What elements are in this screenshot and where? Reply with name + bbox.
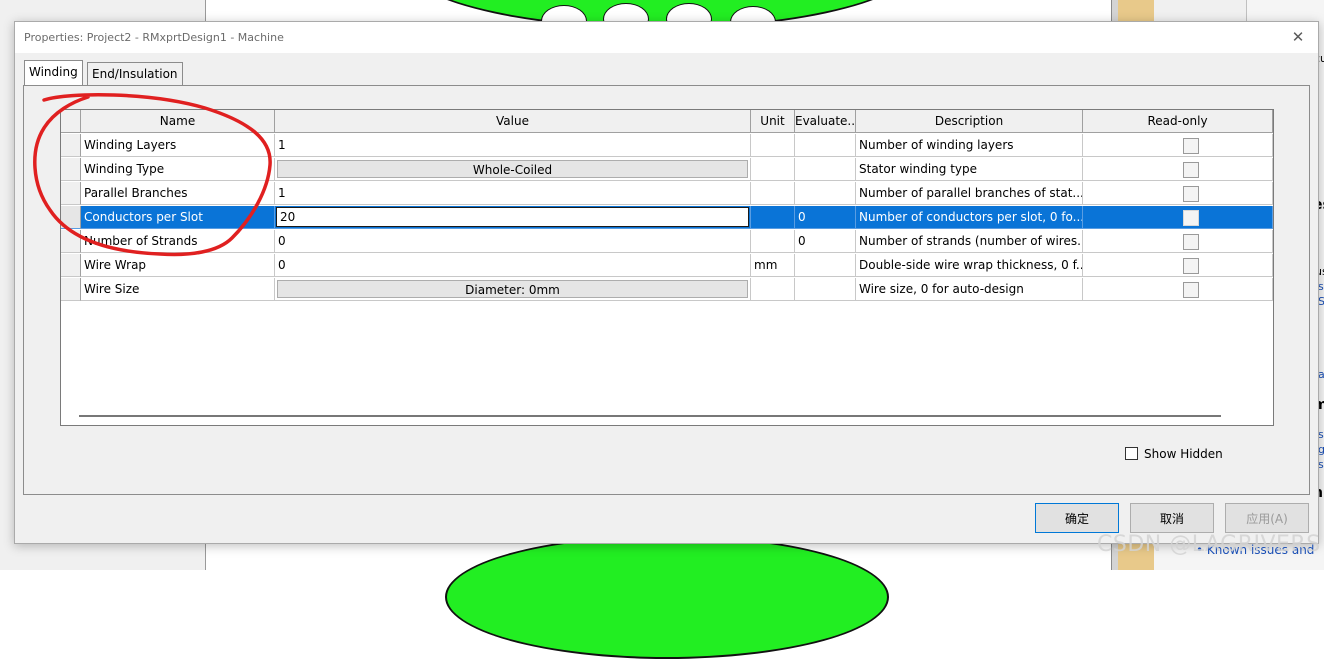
property-value[interactable]: 0 xyxy=(275,254,751,277)
property-description: Number of conductors per slot, 0 fo... xyxy=(856,206,1083,229)
checkbox-icon[interactable] xyxy=(1183,234,1199,250)
apply-button[interactable]: 应用(A) xyxy=(1225,503,1309,533)
property-description: Number of parallel branches of stat... xyxy=(856,182,1083,205)
header-selector xyxy=(61,110,81,133)
wire-size-button[interactable]: Diameter: 0mm xyxy=(277,280,748,298)
checkbox-icon[interactable] xyxy=(1183,186,1199,202)
column-header-unit[interactable]: Unit xyxy=(751,110,795,133)
tab-end-insulation[interactable]: End/Insulation xyxy=(87,62,183,85)
property-value[interactable]: 1 xyxy=(275,134,751,157)
property-value-cell: Diameter: 0mm xyxy=(275,278,751,301)
property-unit[interactable] xyxy=(751,230,795,253)
row-selector[interactable] xyxy=(61,134,81,157)
property-unit[interactable] xyxy=(751,206,795,229)
property-name[interactable]: Wire Wrap xyxy=(81,254,275,277)
watermark: CSDN @LAGRIVERS xyxy=(1097,532,1321,557)
table-row[interactable]: Number of Strands 0 0 Number of strands … xyxy=(61,230,1273,254)
cancel-button[interactable]: 取消 xyxy=(1130,503,1214,533)
property-unit[interactable]: mm xyxy=(751,254,795,277)
property-unit[interactable] xyxy=(751,158,795,181)
property-evaluated xyxy=(795,158,856,181)
read-only-cell xyxy=(1083,230,1273,253)
checkbox-icon[interactable] xyxy=(1183,282,1199,298)
checkbox-icon[interactable] xyxy=(1183,138,1199,154)
horizontal-scrollbar[interactable] xyxy=(79,415,1221,417)
column-header-description[interactable]: Description xyxy=(856,110,1083,133)
column-header-read-only[interactable]: Read-only xyxy=(1083,110,1273,133)
read-only-cell xyxy=(1083,182,1273,205)
column-header-evaluated[interactable]: Evaluate... xyxy=(795,110,856,133)
table-row[interactable]: Wire Size Diameter: 0mm Wire size, 0 for… xyxy=(61,278,1273,302)
table-row[interactable]: Winding Type Whole-Coiled Stator winding… xyxy=(61,158,1273,182)
motor-drawing-bottom xyxy=(445,535,889,659)
conductors-per-slot-input[interactable]: 20 xyxy=(276,207,749,227)
property-name[interactable]: Wire Size xyxy=(81,278,275,301)
property-description: Number of strands (number of wires... xyxy=(856,230,1083,253)
read-only-cell xyxy=(1083,254,1273,277)
row-selector[interactable] xyxy=(61,254,81,277)
read-only-cell xyxy=(1083,134,1273,157)
read-only-cell xyxy=(1083,158,1273,181)
table-row-selected[interactable]: Conductors per Slot 20 0 Number of condu… xyxy=(61,206,1273,230)
property-evaluated xyxy=(795,278,856,301)
table-row[interactable]: Parallel Branches 1 Number of parallel b… xyxy=(61,182,1273,206)
property-name[interactable]: Winding Layers xyxy=(81,134,275,157)
properties-dialog: Properties: Project2 - RMxprtDesign1 - M… xyxy=(14,21,1319,544)
show-hidden-checkbox[interactable]: Show Hidden xyxy=(1125,447,1223,461)
property-unit[interactable] xyxy=(751,134,795,157)
property-evaluated xyxy=(795,254,856,277)
property-evaluated: 0 xyxy=(795,230,856,253)
property-evaluated xyxy=(795,182,856,205)
property-description: Wire size, 0 for auto-design xyxy=(856,278,1083,301)
property-description: Double-side wire wrap thickness, 0 f... xyxy=(856,254,1083,277)
checkbox-icon[interactable] xyxy=(1125,447,1138,460)
property-evaluated: 0 xyxy=(795,206,856,229)
close-icon[interactable]: ✕ xyxy=(1286,25,1310,49)
show-hidden-label: Show Hidden xyxy=(1144,447,1223,461)
read-only-cell xyxy=(1083,278,1273,301)
property-unit[interactable] xyxy=(751,278,795,301)
property-value[interactable]: 1 xyxy=(275,182,751,205)
row-selector[interactable] xyxy=(61,278,81,301)
property-value-cell: Whole-Coiled xyxy=(275,158,751,181)
property-value-cell: 20 xyxy=(275,206,751,229)
property-name[interactable]: Parallel Branches xyxy=(81,182,275,205)
read-only-cell xyxy=(1083,206,1273,229)
property-name[interactable]: Conductors per Slot xyxy=(81,206,275,229)
column-header-value[interactable]: Value xyxy=(275,110,751,133)
row-selector[interactable] xyxy=(61,182,81,205)
row-selector[interactable] xyxy=(61,206,81,229)
winding-type-button[interactable]: Whole-Coiled xyxy=(277,160,748,178)
column-header-name[interactable]: Name xyxy=(81,110,275,133)
property-evaluated xyxy=(795,134,856,157)
grid-header: Name Value Unit Evaluate... Description … xyxy=(61,110,1273,134)
row-selector[interactable] xyxy=(61,158,81,181)
property-name[interactable]: Winding Type xyxy=(81,158,275,181)
property-description: Stator winding type xyxy=(856,158,1083,181)
tab-winding[interactable]: Winding xyxy=(24,60,83,85)
row-selector[interactable] xyxy=(61,230,81,253)
property-unit[interactable] xyxy=(751,182,795,205)
checkbox-icon[interactable] xyxy=(1183,162,1199,178)
table-row[interactable]: Winding Layers 1 Number of winding layer… xyxy=(61,134,1273,158)
dialog-titlebar[interactable]: Properties: Project2 - RMxprtDesign1 - M… xyxy=(15,22,1318,53)
property-value[interactable]: 0 xyxy=(275,230,751,253)
dialog-title: Properties: Project2 - RMxprtDesign1 - M… xyxy=(24,31,284,44)
table-row[interactable]: Wire Wrap 0 mm Double-side wire wrap thi… xyxy=(61,254,1273,278)
property-name[interactable]: Number of Strands xyxy=(81,230,275,253)
ok-button[interactable]: 确定 xyxy=(1035,503,1119,533)
property-grid: Name Value Unit Evaluate... Description … xyxy=(60,109,1274,426)
checkbox-icon[interactable] xyxy=(1183,258,1199,274)
property-description: Number of winding layers xyxy=(856,134,1083,157)
checkbox-icon[interactable] xyxy=(1183,210,1199,226)
